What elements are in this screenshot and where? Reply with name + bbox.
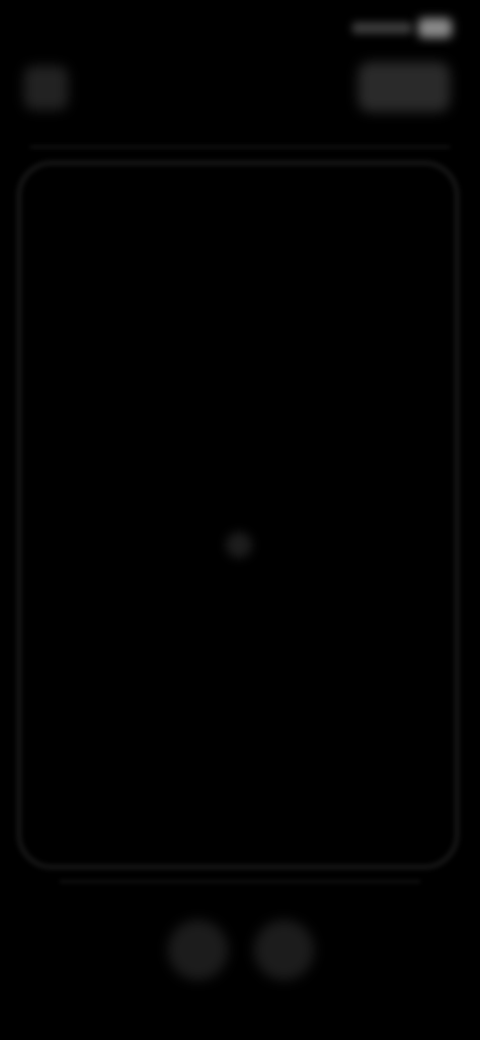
status-bar: [0, 0, 480, 56]
back-button[interactable]: [24, 66, 68, 110]
page-title: [110, 76, 250, 102]
left-control-button[interactable]: [168, 920, 228, 980]
status-icons: [342, 18, 452, 38]
app-header: [0, 56, 480, 126]
header-action-button[interactable]: [358, 62, 450, 112]
bottom-divider: [60, 880, 420, 883]
signal-icon: [352, 22, 412, 34]
content-panel: [16, 160, 460, 870]
dot-icon: [226, 532, 252, 558]
right-control-button[interactable]: [254, 920, 314, 980]
header-divider: [30, 146, 450, 148]
empty-state-message: [120, 470, 360, 504]
bottom-controls: [0, 880, 480, 1040]
battery-icon: [418, 18, 452, 38]
